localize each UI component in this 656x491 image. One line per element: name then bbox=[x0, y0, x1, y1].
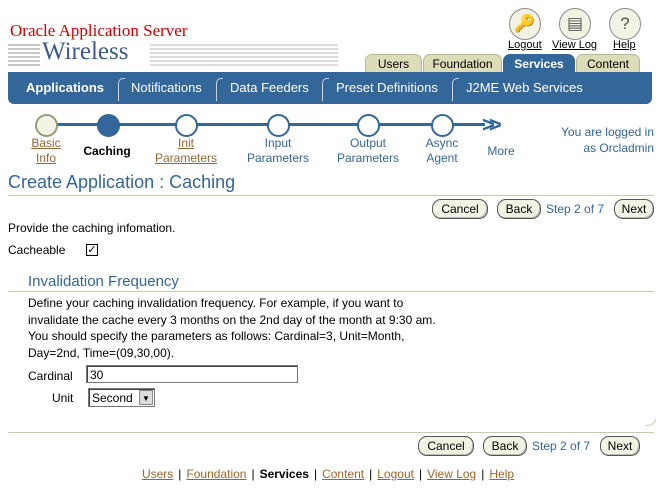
subnav-applications[interactable]: Applications bbox=[26, 80, 104, 95]
train-label-more[interactable]: More bbox=[478, 144, 524, 159]
intro-text: Provide the caching infomation. bbox=[8, 221, 176, 235]
view-log-link[interactable]: View Log bbox=[552, 39, 597, 51]
unit-label: Unit bbox=[52, 391, 74, 405]
footer-link-users[interactable]: Users bbox=[142, 467, 173, 481]
brand-decoration bbox=[8, 44, 40, 66]
train-label-async-agent: Async Agent bbox=[425, 136, 459, 165]
tab-content[interactable]: Content bbox=[576, 54, 640, 73]
subnav-data-feeders[interactable]: Data Feeders bbox=[230, 80, 309, 95]
footer-link-content[interactable]: Content bbox=[322, 467, 364, 481]
train-stop-caching bbox=[97, 114, 120, 137]
subnav-preset-definitions[interactable]: Preset Definitions bbox=[336, 80, 438, 95]
subnav-separator bbox=[452, 78, 459, 101]
section-border bbox=[646, 292, 656, 426]
footer-link-services: Services bbox=[259, 467, 309, 481]
step-indicator: Step 2 of 7 bbox=[546, 202, 605, 216]
cacheable-label: Cacheable bbox=[8, 243, 66, 257]
brand-product: Wireless bbox=[42, 38, 129, 65]
footer-link-foundation[interactable]: Foundation bbox=[186, 467, 246, 481]
cardinal-input[interactable]: 30 bbox=[86, 365, 298, 383]
back-button[interactable]: Back bbox=[497, 199, 541, 219]
subnav-separator bbox=[216, 78, 223, 101]
subnav-notifications[interactable]: Notifications bbox=[131, 80, 202, 95]
cardinal-label: Cardinal bbox=[28, 369, 73, 383]
train-label-output-parameters: Output Parameters bbox=[336, 136, 400, 165]
subnav-separator bbox=[118, 78, 125, 101]
title-divider bbox=[8, 195, 654, 196]
tab-users[interactable]: Users bbox=[365, 54, 422, 73]
chevron-down-icon[interactable]: ▼ bbox=[139, 390, 153, 405]
footer-links: Users | Foundation | Services | Content | Logout… bbox=[141, 467, 515, 481]
view-log-icon[interactable]: ▤ bbox=[559, 8, 591, 40]
tab-services[interactable]: Services bbox=[503, 54, 575, 73]
subnav-j2me-web-services[interactable]: J2ME Web Services bbox=[466, 80, 583, 95]
help-link[interactable]: Help bbox=[613, 39, 636, 51]
step-indicator-bottom: Step 2 of 7 bbox=[532, 439, 591, 453]
next-button[interactable]: Next bbox=[614, 199, 654, 219]
train-stop-input-parameters bbox=[267, 114, 290, 137]
train-label-input-parameters: Input Parameters bbox=[246, 136, 310, 165]
train-label-basic-info[interactable]: Basic Info bbox=[16, 136, 76, 166]
bottom-divider bbox=[8, 432, 654, 433]
train-stop-async-agent bbox=[431, 114, 454, 137]
footer-link-help[interactable]: Help bbox=[489, 467, 514, 481]
help-icon[interactable]: ? bbox=[609, 8, 641, 40]
cancel-button[interactable]: Cancel bbox=[432, 199, 488, 219]
section-title: Invalidation Frequency bbox=[28, 273, 179, 290]
train-stop-output-parameters bbox=[357, 114, 380, 137]
subnav-separator bbox=[322, 78, 329, 101]
more-arrow-icon[interactable]: >> bbox=[482, 112, 502, 138]
brand-decoration bbox=[150, 44, 338, 66]
logged-in-status: You are logged in as Orcladmin bbox=[561, 125, 654, 155]
page-title: Create Application : Caching bbox=[8, 172, 236, 192]
logout-icon[interactable]: 🔑 bbox=[509, 8, 541, 40]
section-divider bbox=[8, 291, 654, 292]
train-stop-basic-info[interactable] bbox=[35, 114, 58, 137]
train-stop-init-parameters[interactable] bbox=[175, 114, 198, 137]
train-label-caching: Caching bbox=[83, 144, 131, 158]
logout-link[interactable]: Logout bbox=[508, 39, 542, 51]
footer-link-view-log[interactable]: View Log bbox=[427, 467, 476, 481]
footer-link-logout[interactable]: Logout bbox=[377, 467, 414, 481]
back-button-bottom[interactable]: Back bbox=[483, 436, 527, 456]
section-description: Define your caching invalidation frequen… bbox=[28, 296, 436, 360]
next-button-bottom[interactable]: Next bbox=[600, 436, 640, 456]
cancel-button-bottom[interactable]: Cancel bbox=[418, 436, 474, 456]
train-label-init-parameters[interactable]: Init Parameters bbox=[148, 136, 224, 166]
cacheable-checkbox[interactable]: ✓ bbox=[86, 244, 98, 256]
tab-foundation[interactable]: Foundation bbox=[423, 54, 502, 73]
